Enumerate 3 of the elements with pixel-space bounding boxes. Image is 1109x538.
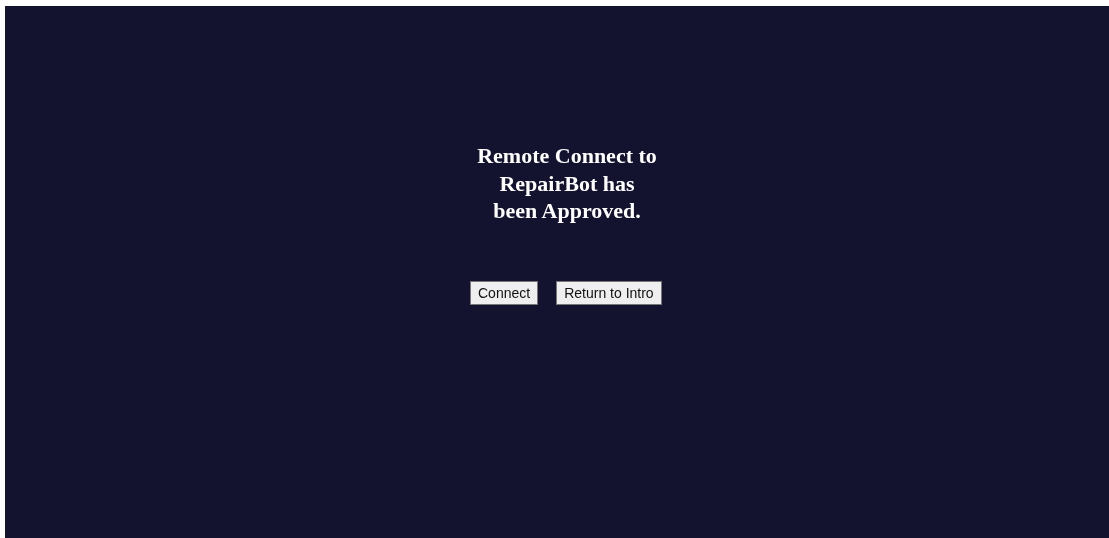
connect-button[interactable]: Connect xyxy=(470,280,539,305)
return-button[interactable]: Return to Intro xyxy=(556,280,662,305)
heading: Remote Connect to RepairBot has been Approved. xyxy=(477,142,657,225)
